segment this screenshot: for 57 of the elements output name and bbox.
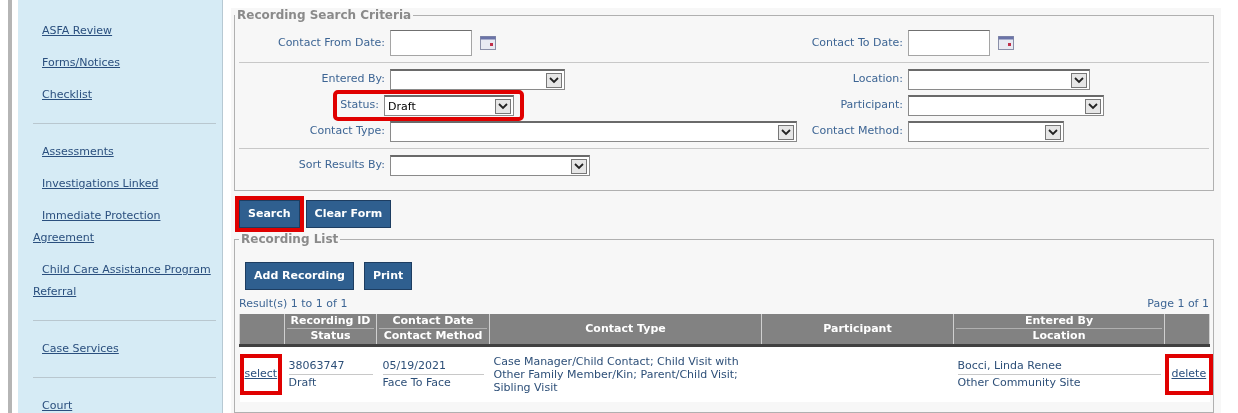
field-label: Location:	[852, 71, 903, 88]
sidebar-link[interactable]: Investigations Linked	[33, 173, 216, 195]
calendar-icon[interactable]	[998, 36, 1014, 50]
cell-text: Draft	[288, 375, 318, 391]
calendar-icon[interactable]	[480, 36, 496, 50]
action-button[interactable]: Clear Form	[305, 200, 392, 228]
column-header: Contact Type	[489, 313, 762, 346]
dropdown[interactable]	[390, 69, 565, 90]
column-header: Participant	[761, 313, 954, 346]
action-button[interactable]: Add Recording	[245, 262, 354, 290]
column-header: Contact Date Contact Method	[376, 313, 490, 346]
field-label: Status:	[340, 97, 379, 114]
column-header: Recording ID Status	[284, 313, 377, 346]
sidebar-link[interactable]: Assessments	[33, 141, 216, 163]
sidebar-link[interactable]: Case Services	[33, 338, 216, 360]
dropdown[interactable]	[908, 69, 1090, 90]
dropdown[interactable]	[390, 155, 590, 176]
chevron-down-icon	[571, 158, 587, 174]
chevron-down-icon	[778, 124, 794, 140]
cell-text: Face To Face	[382, 375, 452, 391]
dropdown[interactable]	[390, 121, 797, 142]
panel-legend: Recording List	[239, 230, 341, 248]
sidebar-link[interactable]: ASFA Review	[33, 20, 216, 42]
cell-text: Case Manager/Child Contact; Child Visit with Other Family Member/Kin; Parent/Child Visit; Sibling Visit	[493, 354, 740, 394]
chevron-down-icon	[1071, 72, 1087, 88]
chevron-down-icon	[546, 72, 562, 88]
cell-text: 38063747	[288, 358, 373, 376]
sidebar-link[interactable]: Checklist	[33, 84, 216, 106]
field-label: Contact To Date:	[811, 34, 903, 51]
field-label: Sort Results By:	[298, 157, 385, 174]
date-field[interactable]	[908, 30, 990, 56]
chevron-down-icon	[495, 98, 511, 114]
field-label: Contact Method:	[811, 123, 903, 140]
sidebar-link[interactable]: Court	[33, 395, 216, 413]
field-label: Entered By:	[321, 71, 385, 88]
result-count: Result(s) 1 to 1 of 1	[239, 296, 348, 312]
sidebar-link[interactable]: Child Care Assistance Program Referral	[33, 259, 216, 303]
column-header: Entered By Location	[953, 313, 1165, 346]
cell-text: Bocci, Linda Renee	[957, 358, 1161, 376]
page-indicator: Page 1 of 1	[1147, 296, 1209, 312]
chevron-down-icon	[1085, 98, 1101, 114]
column-header	[239, 313, 285, 346]
cell-text: Other Community Site	[957, 375, 1082, 391]
action-button[interactable]: Print	[363, 262, 413, 290]
cell-text: 05/19/2021	[382, 358, 484, 376]
dropdown[interactable]	[908, 121, 1064, 142]
dropdown[interactable]: Draft	[384, 95, 514, 116]
sidebar-link[interactable]: Immediate Protection Agreement	[33, 205, 216, 249]
panel-legend: Recording Search Criteria	[235, 6, 414, 24]
sidebar-link[interactable]: Forms/Notices	[33, 52, 216, 74]
field-label: Participant:	[840, 97, 903, 114]
field-label: Contact Type:	[309, 123, 385, 140]
chevron-down-icon	[1045, 124, 1061, 140]
dropdown[interactable]	[908, 95, 1104, 116]
field-label: Contact From Date:	[277, 34, 385, 51]
column-header	[1164, 313, 1210, 346]
date-field[interactable]	[390, 30, 472, 56]
